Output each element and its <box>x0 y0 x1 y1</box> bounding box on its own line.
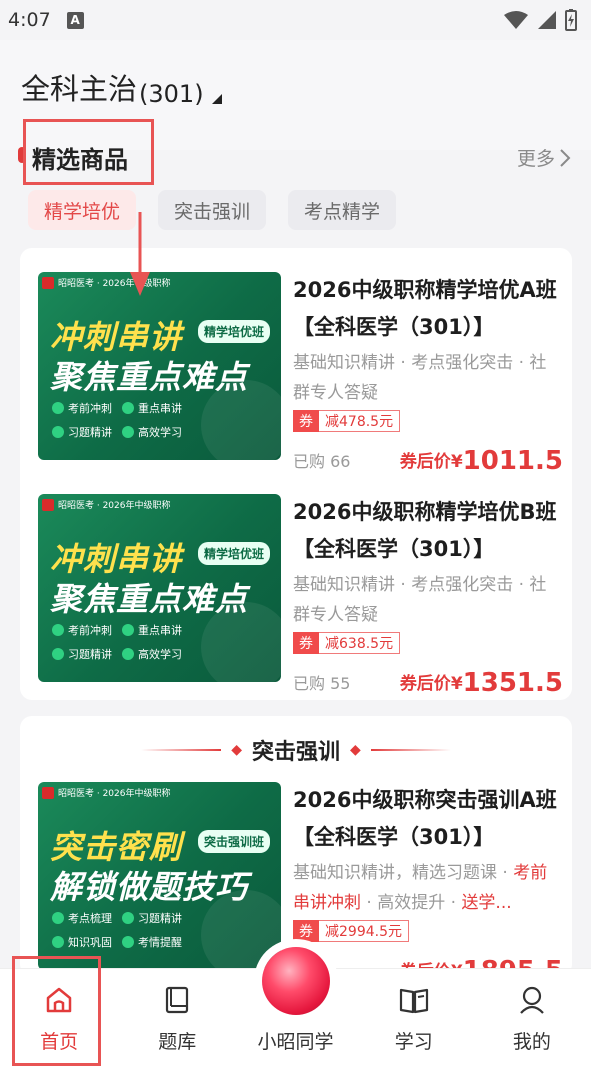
user-icon <box>515 983 549 1017</box>
brand-logo: 昭昭医考 · 2026年中级职称 <box>42 786 171 799</box>
thumb-feature: 习题精讲 <box>122 910 182 926</box>
currency-symbol: ¥ <box>450 452 463 472</box>
thumb-badge: 突击强训班 <box>198 830 271 853</box>
product-item[interactable]: 昭昭医考 · 2026年中级职称 突击密刷 突击强训班 解锁做题技巧 考点梳理 … <box>38 782 563 976</box>
thumb-feature: 重点串讲 <box>122 400 182 416</box>
tab-jingxue-peiyou[interactable]: 精学培优 <box>28 190 137 230</box>
caret-down-icon <box>211 94 222 104</box>
price-value: 1351.5 <box>462 668 563 698</box>
nav-label: 学习 <box>394 1031 433 1053</box>
thumb-badge: 精学培优班 <box>198 320 271 343</box>
brand-logo: 昭昭医考 · 2026年中级职称 <box>42 498 171 511</box>
product-card-group: ◆ 突击强训 ◆ 昭昭医考 · 2026年中级职称 突击密刷 突击强训班 解锁做… <box>20 716 572 976</box>
product-thumbnail: 昭昭医考 · 2026年中级职称 冲刺串讲 精学培优班 聚焦重点难点 考前冲刺 … <box>38 272 281 460</box>
divider-line <box>141 749 222 751</box>
price-value: 1011.5 <box>462 446 563 476</box>
diamond-icon: ◆ <box>231 742 242 758</box>
thumb-feature: 考前冲刺 <box>52 400 112 416</box>
coupon-tag: 券 <box>293 632 319 654</box>
chevron-right-icon <box>560 148 571 167</box>
coupon-badge: 券 减638.5元 <box>293 632 563 654</box>
product-title: 2026中级职称突击强训A班【全科医学（301）】 <box>293 788 557 849</box>
notification-a-icon: A <box>66 11 84 29</box>
sold-count: 已购 55 <box>293 674 351 693</box>
product-title: 2026中级职称精学培优B班【全科医学（301）】 <box>293 500 557 561</box>
signal-icon <box>538 11 556 29</box>
annotation-box-home <box>12 956 101 1066</box>
nav-profile[interactable]: 我的 <box>473 969 591 1068</box>
thumb-feature: 考前冲刺 <box>52 622 112 638</box>
nav-ai-assistant[interactable]: 小昭同学 <box>236 947 354 1068</box>
nav-study[interactable]: 学习 <box>355 969 473 1068</box>
category-tabs: 精学培优 突击强训 考点精学 <box>28 190 397 230</box>
thumb-feature: 考情提醒 <box>122 934 182 950</box>
ai-assistant-orb-icon <box>261 947 330 1015</box>
nav-label: 我的 <box>512 1031 551 1053</box>
product-info: 2026中级职称精学培优B班【全科医学（301）】 基础知识精讲 · 考点强化突… <box>293 494 563 698</box>
thumb-feature: 高效学习 <box>122 424 182 440</box>
product-info: 2026中级职称突击强训A班【全科医学（301）】 基础知识精讲，精选习题课 ·… <box>293 782 563 976</box>
diamond-icon: ◆ <box>350 742 361 758</box>
nav-label: 小昭同学 <box>257 1031 334 1053</box>
price: 券后价 ¥ 1011.5 <box>400 446 563 476</box>
product-card-group: 昭昭医考 · 2026年中级职称 冲刺串讲 精学培优班 聚焦重点难点 考前冲刺 … <box>20 248 572 700</box>
product-thumbnail: 昭昭医考 · 2026年中级职称 冲刺串讲 精学培优班 聚焦重点难点 考前冲刺 … <box>38 494 281 682</box>
status-icons <box>503 9 577 31</box>
price-label: 券后价 <box>399 452 451 472</box>
thumb-feature: 重点串讲 <box>122 622 182 638</box>
price-row: 已购 55 券后价 ¥ 1351.5 <box>293 662 563 698</box>
price-row: 已购 66 券后价 ¥ 1011.5 <box>293 440 563 476</box>
annotation-box-section-title <box>23 119 154 185</box>
sold-count: 已购 66 <box>293 452 351 471</box>
coupon-amount: 减638.5元 <box>319 632 401 654</box>
product-title: 2026中级职称精学培优A班【全科医学（301）】 <box>293 278 557 339</box>
product-item[interactable]: 昭昭医考 · 2026年中级职称 冲刺串讲 精学培优班 聚焦重点难点 考前冲刺 … <box>38 494 563 698</box>
nav-question-bank[interactable]: 题库 <box>118 969 236 1068</box>
coupon-badge: 券 减478.5元 <box>293 410 563 432</box>
price: 券后价 ¥ 1351.5 <box>400 668 563 698</box>
thumb-feature: 考点梳理 <box>52 910 112 926</box>
coupon-amount: 减2994.5元 <box>319 920 409 942</box>
nav-label: 题库 <box>158 1031 197 1053</box>
thumb-feature: 高效学习 <box>122 646 182 662</box>
divider-line <box>370 749 451 751</box>
group-title-text: 突击强训 <box>251 740 340 765</box>
group-title: ◆ 突击强训 ◆ <box>20 734 572 766</box>
open-book-icon <box>397 983 431 1017</box>
more-label: 更多 <box>516 148 555 170</box>
tab-tuji-qiangxun[interactable]: 突击强训 <box>158 190 267 230</box>
subject-code: (301) <box>139 80 204 108</box>
currency-symbol: ¥ <box>450 674 463 694</box>
book-icon <box>160 983 194 1017</box>
product-description: 基础知识精讲，精选习题课 · 考前串讲冲刺 · 高效提升 · 送学... <box>293 863 548 913</box>
status-bar: 4:07 A <box>0 0 591 40</box>
product-description: 基础知识精讲 · 考点强化突击 · 社群专人答疑 <box>293 353 547 403</box>
coupon-badge: 券 减2994.5元 <box>293 920 563 942</box>
product-info: 2026中级职称精学培优A班【全科医学（301）】 基础知识精讲 · 考点强化突… <box>293 272 563 476</box>
status-time: 4:07 <box>8 9 51 31</box>
thumb-feature: 习题精讲 <box>52 646 112 662</box>
subject-name: 全科主治 <box>21 72 138 106</box>
product-thumbnail: 昭昭医考 · 2026年中级职称 突击密刷 突击强训班 解锁做题技巧 考点梳理 … <box>38 782 281 970</box>
thumb-badge: 精学培优班 <box>198 542 271 565</box>
thumb-feature: 知识巩固 <box>52 934 112 950</box>
coupon-amount: 减478.5元 <box>319 410 401 432</box>
product-item[interactable]: 昭昭医考 · 2026年中级职称 冲刺串讲 精学培优班 聚焦重点难点 考前冲刺 … <box>38 272 563 476</box>
thumb-feature: 习题精讲 <box>52 424 112 440</box>
wifi-icon <box>504 11 528 29</box>
coupon-tag: 券 <box>293 410 319 432</box>
price-label: 券后价 <box>399 674 451 694</box>
more-link[interactable]: 更多 <box>517 144 571 171</box>
subject-selector[interactable]: 全科主治 (301) <box>21 66 222 108</box>
tab-kaodian-jingxue[interactable]: 考点精学 <box>288 190 397 230</box>
coupon-tag: 券 <box>293 920 319 942</box>
battery-icon <box>565 9 577 31</box>
product-description: 基础知识精讲 · 考点强化突击 · 社群专人答疑 <box>293 575 547 625</box>
brand-logo: 昭昭医考 · 2026年中级职称 <box>42 276 171 289</box>
